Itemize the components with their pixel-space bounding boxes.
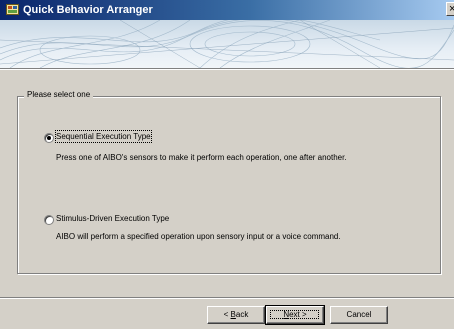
close-icon: × — [449, 3, 454, 15]
banner-swirl-graphic — [0, 20, 454, 68]
cancel-button[interactable]: Cancel — [330, 306, 388, 324]
sequential-option-description: Press one of AIBO's sensors to make it p… — [56, 153, 347, 162]
focus-rectangle — [270, 310, 319, 319]
back-button[interactable]: < Back — [207, 306, 265, 324]
selection-groupbox — [17, 96, 441, 274]
window-title: Quick Behavior Arranger — [23, 4, 153, 16]
back-label-rest: ack — [235, 310, 249, 319]
stimulus-driven-option-description: AIBO will perform a specified operation … — [56, 232, 341, 241]
radio-selected-dot — [47, 136, 51, 140]
sequential-option-label[interactable]: Sequential Execution Type — [55, 130, 152, 143]
cancel-label: Cancel — [346, 310, 372, 319]
app-icon — [6, 4, 19, 15]
footer-separator — [0, 297, 454, 299]
close-button[interactable]: × — [446, 2, 454, 16]
stimulus-driven-option-label[interactable]: Stimulus-Driven Execution Type — [56, 213, 169, 224]
dialog-window: Quick Behavior Arranger × Please select … — [0, 0, 454, 329]
sequential-radio[interactable] — [44, 133, 54, 143]
back-prefix: < — [223, 310, 231, 319]
stimulus-driven-radio[interactable] — [44, 215, 54, 225]
title-bar[interactable]: Quick Behavior Arranger × — [0, 0, 454, 20]
next-button[interactable]: Next > — [265, 305, 325, 325]
header-banner — [0, 20, 454, 68]
group-label: Please select one — [24, 89, 94, 101]
banner-separator — [0, 68, 454, 70]
